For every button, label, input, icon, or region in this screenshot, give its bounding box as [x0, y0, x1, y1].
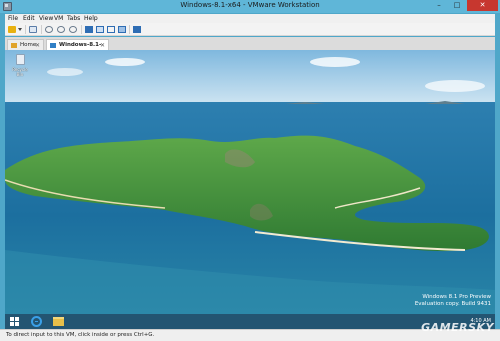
menu-vm[interactable]: VM [54, 15, 63, 22]
tab-strip: Home ✕ Windows-8.1-x64 ✕ [5, 37, 495, 59]
tab-windows-vm[interactable]: Windows-8.1-x64 ✕ [46, 39, 109, 59]
tab-home[interactable]: Home ✕ [7, 39, 44, 50]
home-icon [11, 43, 17, 48]
desktop-icon-recycle-bin[interactable]: Recycle Bin [9, 54, 31, 77]
windows-start-icon[interactable] [9, 316, 20, 327]
toolbar-separator [129, 25, 130, 34]
menu-bar: File Edit View VM Tabs Help [5, 14, 495, 23]
watermark-build: Evaluation copy. Build 9431 [414, 301, 491, 307]
view-library-icon[interactable] [85, 26, 93, 33]
view-unity-icon[interactable] [133, 26, 141, 33]
recycle-bin-label: Recycle Bin [12, 67, 28, 77]
tab-home-label: Home [20, 42, 37, 48]
toolbar-separator [25, 25, 26, 34]
send-ctrl-alt-del-icon[interactable] [29, 26, 37, 33]
watermark-edition: Windows 8.1 Pro Preview [422, 294, 491, 300]
toolbar-separator [41, 25, 42, 34]
minimize-button[interactable]: – [430, 0, 448, 11]
vmware-window: Windows-8.1-x64 - VMware Workstation – □… [0, 0, 500, 341]
close-button[interactable]: ✕ [467, 0, 498, 11]
vm-icon [50, 43, 56, 48]
toolbar-separator [81, 25, 82, 34]
snapshot-manager-icon[interactable] [69, 26, 77, 33]
recycle-bin-icon [15, 54, 25, 65]
toolbar [5, 23, 495, 36]
view-thumbnail-icon[interactable] [96, 26, 104, 33]
status-message: To direct input to this VM, click inside… [6, 332, 155, 338]
status-bar: To direct input to this VM, click inside… [0, 321, 500, 341]
snapshot-revert-icon[interactable] [57, 26, 65, 33]
power-icon[interactable] [8, 26, 16, 33]
vm-console[interactable]: Recycle Bin Windows 8.1 Pro Preview Eval… [5, 50, 495, 329]
desktop-wallpaper [5, 50, 495, 329]
internet-explorer-icon[interactable] [31, 316, 42, 327]
gamersky-watermark: GAMERSKY [421, 321, 494, 334]
menu-file[interactable]: File [8, 15, 18, 22]
title-bar[interactable]: Windows-8.1-x64 - VMware Workstation – □… [0, 0, 500, 13]
menu-help[interactable]: Help [84, 15, 98, 22]
menu-view[interactable]: View [39, 15, 53, 22]
maximize-button[interactable]: □ [448, 0, 466, 11]
file-explorer-icon[interactable] [53, 317, 64, 326]
window-title: Windows-8.1-x64 - VMware Workstation [180, 1, 320, 9]
os-watermark: Windows 8.1 Pro Preview Evaluation copy.… [415, 294, 491, 308]
menu-tabs[interactable]: Tabs [67, 15, 80, 22]
dropdown-caret-icon[interactable] [18, 28, 22, 31]
snapshot-take-icon[interactable] [45, 26, 53, 33]
view-fullscreen-icon[interactable] [118, 26, 126, 33]
view-console-icon[interactable] [107, 26, 115, 33]
menu-edit[interactable]: Edit [23, 15, 35, 22]
